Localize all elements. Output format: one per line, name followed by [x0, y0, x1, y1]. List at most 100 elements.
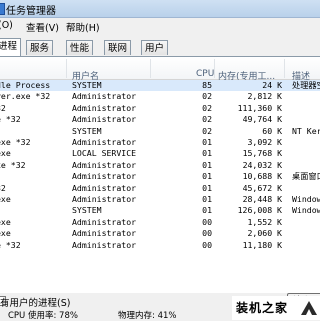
process-row[interactable]: xe *32 Administrator 01 24,032 K: [0, 160, 320, 171]
process-memory: 1,552 K: [247, 216, 282, 227]
process-memory: 60 K: [262, 125, 282, 136]
process-user-name: Administrator: [72, 102, 137, 113]
process-memory: 2,812 K: [247, 91, 282, 102]
process-description: NT Kern: [292, 125, 320, 136]
menu-options[interactable]: (O): [0, 20, 13, 31]
process-description: 桌面窗口: [292, 171, 320, 182]
tab-users[interactable]: 用户: [141, 40, 169, 55]
status-cpu-usage: CPU 使用率: 78%: [8, 311, 78, 321]
process-cpu: 00: [202, 216, 212, 227]
column-divider[interactable]: [150, 59, 151, 78]
process-user-name: SYSTEM: [72, 80, 102, 90]
column-divider[interactable]: [66, 59, 67, 78]
process-user-name: Administrator: [72, 137, 137, 147]
process-memory: 28,448 K: [242, 194, 282, 204]
process-memory: 3,092 K: [247, 137, 282, 147]
tab-networking[interactable]: 联网: [104, 40, 132, 55]
col-cpu[interactable]: CPU: [196, 69, 214, 79]
tab-services[interactable]: 服务: [26, 40, 54, 55]
process-row[interactable]: Administrator 01 10,688 K 桌面窗口: [0, 171, 320, 182]
process-cpu: 01: [202, 137, 212, 147]
process-image-name: exe *32: [0, 137, 31, 147]
process-cpu: 01: [202, 194, 212, 204]
process-list: 用户名 CPU 内存(专用工... 描述 dle Process SYSTEM 85…: [0, 56, 320, 293]
column-divider[interactable]: [214, 59, 215, 78]
process-memory: 126,008 K: [237, 205, 282, 216]
process-image-name: 32: [0, 102, 6, 113]
process-description: Windows: [292, 205, 320, 216]
process-memory: 24,032 K: [242, 159, 282, 170]
process-user-name: Administrator: [72, 182, 137, 193]
process-row[interactable]: exe Administrator 00 2,060 K: [0, 228, 320, 239]
process-user-name: Administrator: [72, 239, 137, 250]
process-image-name: xe *32: [0, 159, 26, 170]
process-user-name: Administrator: [72, 114, 137, 125]
process-cpu: 02: [202, 114, 212, 125]
process-row[interactable]: e *32 Administrator 00 11,180 K: [0, 240, 320, 251]
process-user-name: LOCAL SERVICE: [72, 148, 137, 159]
menu-view[interactable]: 查看(V): [26, 20, 59, 34]
process-memory: 111,360 K: [237, 102, 282, 113]
process-cpu: 01: [202, 182, 212, 193]
process-row[interactable]: dle Process SYSTEM 85 24 K 处理器空: [0, 80, 320, 91]
process-image-name: exe: [0, 194, 11, 204]
process-description: 处理器空: [292, 80, 320, 90]
process-cpu: 02: [202, 91, 212, 102]
process-row[interactable]: SYSTEM 02 60 K NT Kern: [0, 126, 320, 137]
process-memory: 10,688 K: [242, 171, 282, 182]
process-row[interactable]: 32 Administrator 01 45,672 K: [0, 183, 320, 194]
process-cpu: 01: [202, 148, 212, 159]
column-header: 用户名 CPU 内存(专用工... 描述: [0, 57, 320, 82]
process-memory: 45,672 K: [242, 182, 282, 193]
status-physical-memory: 物理内存: 41%: [118, 311, 177, 321]
process-user-name: Administrator: [72, 216, 137, 227]
menu-bar: (O) 查看(V) 帮助(H): [0, 18, 320, 35]
tab-processes[interactable]: 进程: [0, 38, 22, 56]
process-image-name: exe: [0, 216, 11, 227]
process-row[interactable]: exe Administrator 01 28,448 K Windows: [0, 194, 320, 205]
process-memory: 49,764 K: [242, 114, 282, 125]
process-user-name: Administrator: [72, 171, 137, 182]
tab-strip: 进程 服务 性能 联网 用户: [0, 38, 320, 56]
process-cpu: 00: [202, 239, 212, 250]
process-cpu: 01: [202, 171, 212, 182]
process-row[interactable]: exe *32 Administrator 01 3,092 K: [0, 137, 320, 148]
process-memory: 24 K: [262, 80, 282, 90]
process-cpu: 00: [202, 228, 212, 239]
process-cpu: 02: [202, 125, 212, 136]
watermark: 装机之家: [232, 296, 320, 320]
process-user-name: SYSTEM: [72, 125, 102, 136]
process-image-name: yer.exe *32: [0, 91, 51, 102]
process-row[interactable]: e *32 Administrator 02 49,764 K: [0, 114, 320, 125]
show-all-label[interactable]: 有用户的进程(S): [0, 295, 70, 309]
process-memory: 2,060 K: [247, 228, 282, 239]
process-user-name: SYSTEM: [72, 205, 102, 216]
process-row[interactable]: exe Administrator 00 1,552 K: [0, 217, 320, 228]
process-image-name: 32: [0, 182, 6, 193]
tab-performance[interactable]: 性能: [66, 40, 94, 55]
window-title: 任务管理器: [6, 6, 56, 17]
process-row[interactable]: yer.exe *32 Administrator 02 2,812 K: [0, 91, 320, 102]
process-image-name: dle Process: [0, 80, 51, 90]
column-divider[interactable]: [284, 59, 285, 78]
process-image-name: exe: [0, 148, 11, 159]
process-row[interactable]: SYSTEM 01 126,008 K Windows: [0, 205, 320, 216]
task-manager-icon: [0, 3, 5, 15]
watermark-text: 装机之家: [236, 301, 289, 315]
menu-help[interactable]: 帮助(H): [66, 20, 100, 34]
process-memory: 15,768 K: [242, 148, 282, 159]
title-bar: 任务管理器: [0, 0, 320, 18]
process-row[interactable]: 32 Administrator 02 111,360 K: [0, 103, 320, 114]
process-cpu: 02: [202, 102, 212, 113]
process-user-name: Administrator: [72, 91, 137, 102]
process-description: Windows: [292, 194, 320, 204]
process-row[interactable]: exe LOCAL SERVICE 01 15,768 K: [0, 148, 320, 159]
process-memory: 11,180 K: [242, 239, 282, 250]
process-cpu: 85: [202, 80, 212, 90]
watermark-logo-icon: [301, 301, 317, 315]
process-user-name: Administrator: [72, 194, 137, 204]
process-user-name: Administrator: [72, 159, 137, 170]
process-user-name: Administrator: [72, 228, 137, 239]
process-image-name: e *32: [0, 114, 21, 125]
process-cpu: 01: [202, 159, 212, 170]
